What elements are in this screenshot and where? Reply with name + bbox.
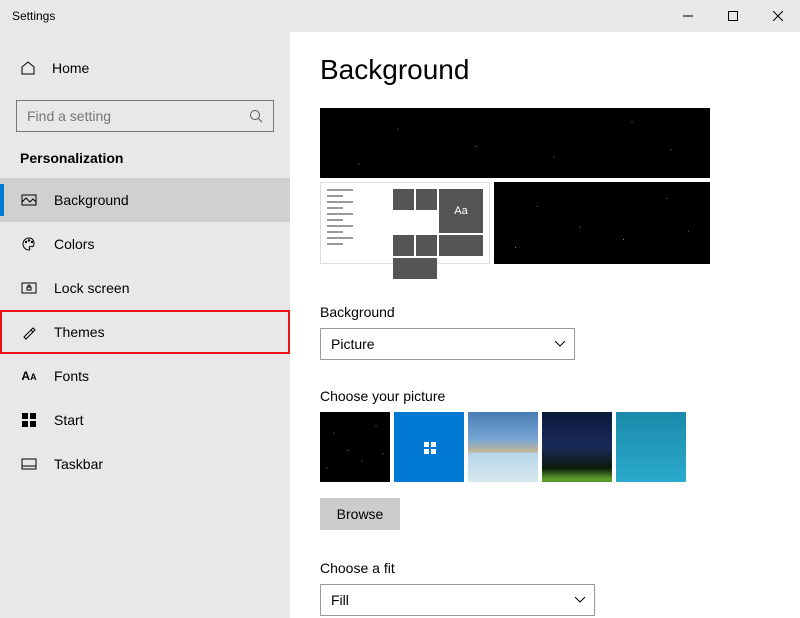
picture-thumb-4[interactable]	[542, 412, 612, 482]
background-value: Picture	[331, 336, 375, 352]
close-button[interactable]	[755, 0, 800, 32]
page-title: Background	[320, 54, 770, 86]
fit-value: Fill	[331, 592, 349, 608]
picture-thumbnails	[320, 412, 770, 482]
lock-screen-icon	[20, 279, 38, 297]
chevron-down-icon	[574, 596, 586, 604]
background-label: Background	[320, 304, 770, 320]
title-bar: Settings	[0, 0, 800, 32]
sidebar-item-start[interactable]: Start	[0, 398, 290, 442]
taskbar-icon	[20, 455, 38, 473]
minimize-button[interactable]	[665, 0, 710, 32]
sidebar-item-label: Themes	[54, 324, 105, 340]
sidebar-item-label: Colors	[54, 236, 94, 252]
sidebar-item-background[interactable]: Background	[0, 178, 290, 222]
picture-thumb-3[interactable]	[468, 412, 538, 482]
fonts-icon: AA	[20, 367, 38, 385]
themes-icon	[20, 323, 38, 341]
browse-button[interactable]: Browse	[320, 498, 400, 530]
sidebar-item-label: Fonts	[54, 368, 89, 384]
sidebar: Home Personalization Background	[0, 32, 290, 618]
picture-thumb-1[interactable]	[320, 412, 390, 482]
chevron-down-icon	[554, 340, 566, 348]
sidebar-item-label: Background	[54, 192, 129, 208]
background-dropdown[interactable]: Picture	[320, 328, 575, 360]
sidebar-item-taskbar[interactable]: Taskbar	[0, 442, 290, 486]
maximize-button[interactable]	[710, 0, 755, 32]
sidebar-item-colors[interactable]: Colors	[0, 222, 290, 266]
preview-tile-aa: Aa	[439, 189, 483, 233]
nav-list: Background Colors Lock screen Themes AA …	[0, 178, 290, 486]
sidebar-item-fonts[interactable]: AA Fonts	[0, 354, 290, 398]
start-icon	[20, 411, 38, 429]
desktop-preview: Aa	[320, 108, 770, 264]
sidebar-item-lockscreen[interactable]: Lock screen	[0, 266, 290, 310]
picture-icon	[20, 191, 38, 209]
search-icon	[239, 109, 273, 123]
sidebar-item-label: Lock screen	[54, 280, 129, 296]
choose-picture-label: Choose your picture	[320, 388, 770, 404]
main-content: Background Aa	[290, 32, 800, 618]
search-input[interactable]	[16, 100, 274, 132]
home-label: Home	[52, 60, 89, 76]
home-button[interactable]: Home	[0, 50, 290, 86]
palette-icon	[20, 235, 38, 253]
sidebar-item-label: Start	[54, 412, 84, 428]
choose-fit-label: Choose a fit	[320, 560, 770, 576]
fit-dropdown[interactable]: Fill	[320, 584, 595, 616]
sidebar-item-label: Taskbar	[54, 456, 103, 472]
home-icon	[20, 60, 38, 76]
sidebar-item-themes[interactable]: Themes	[0, 310, 290, 354]
picture-thumb-2[interactable]	[394, 412, 464, 482]
picture-thumb-5[interactable]	[616, 412, 686, 482]
search-field[interactable]	[17, 108, 239, 124]
window-title: Settings	[0, 9, 55, 23]
category-header: Personalization	[0, 150, 290, 178]
